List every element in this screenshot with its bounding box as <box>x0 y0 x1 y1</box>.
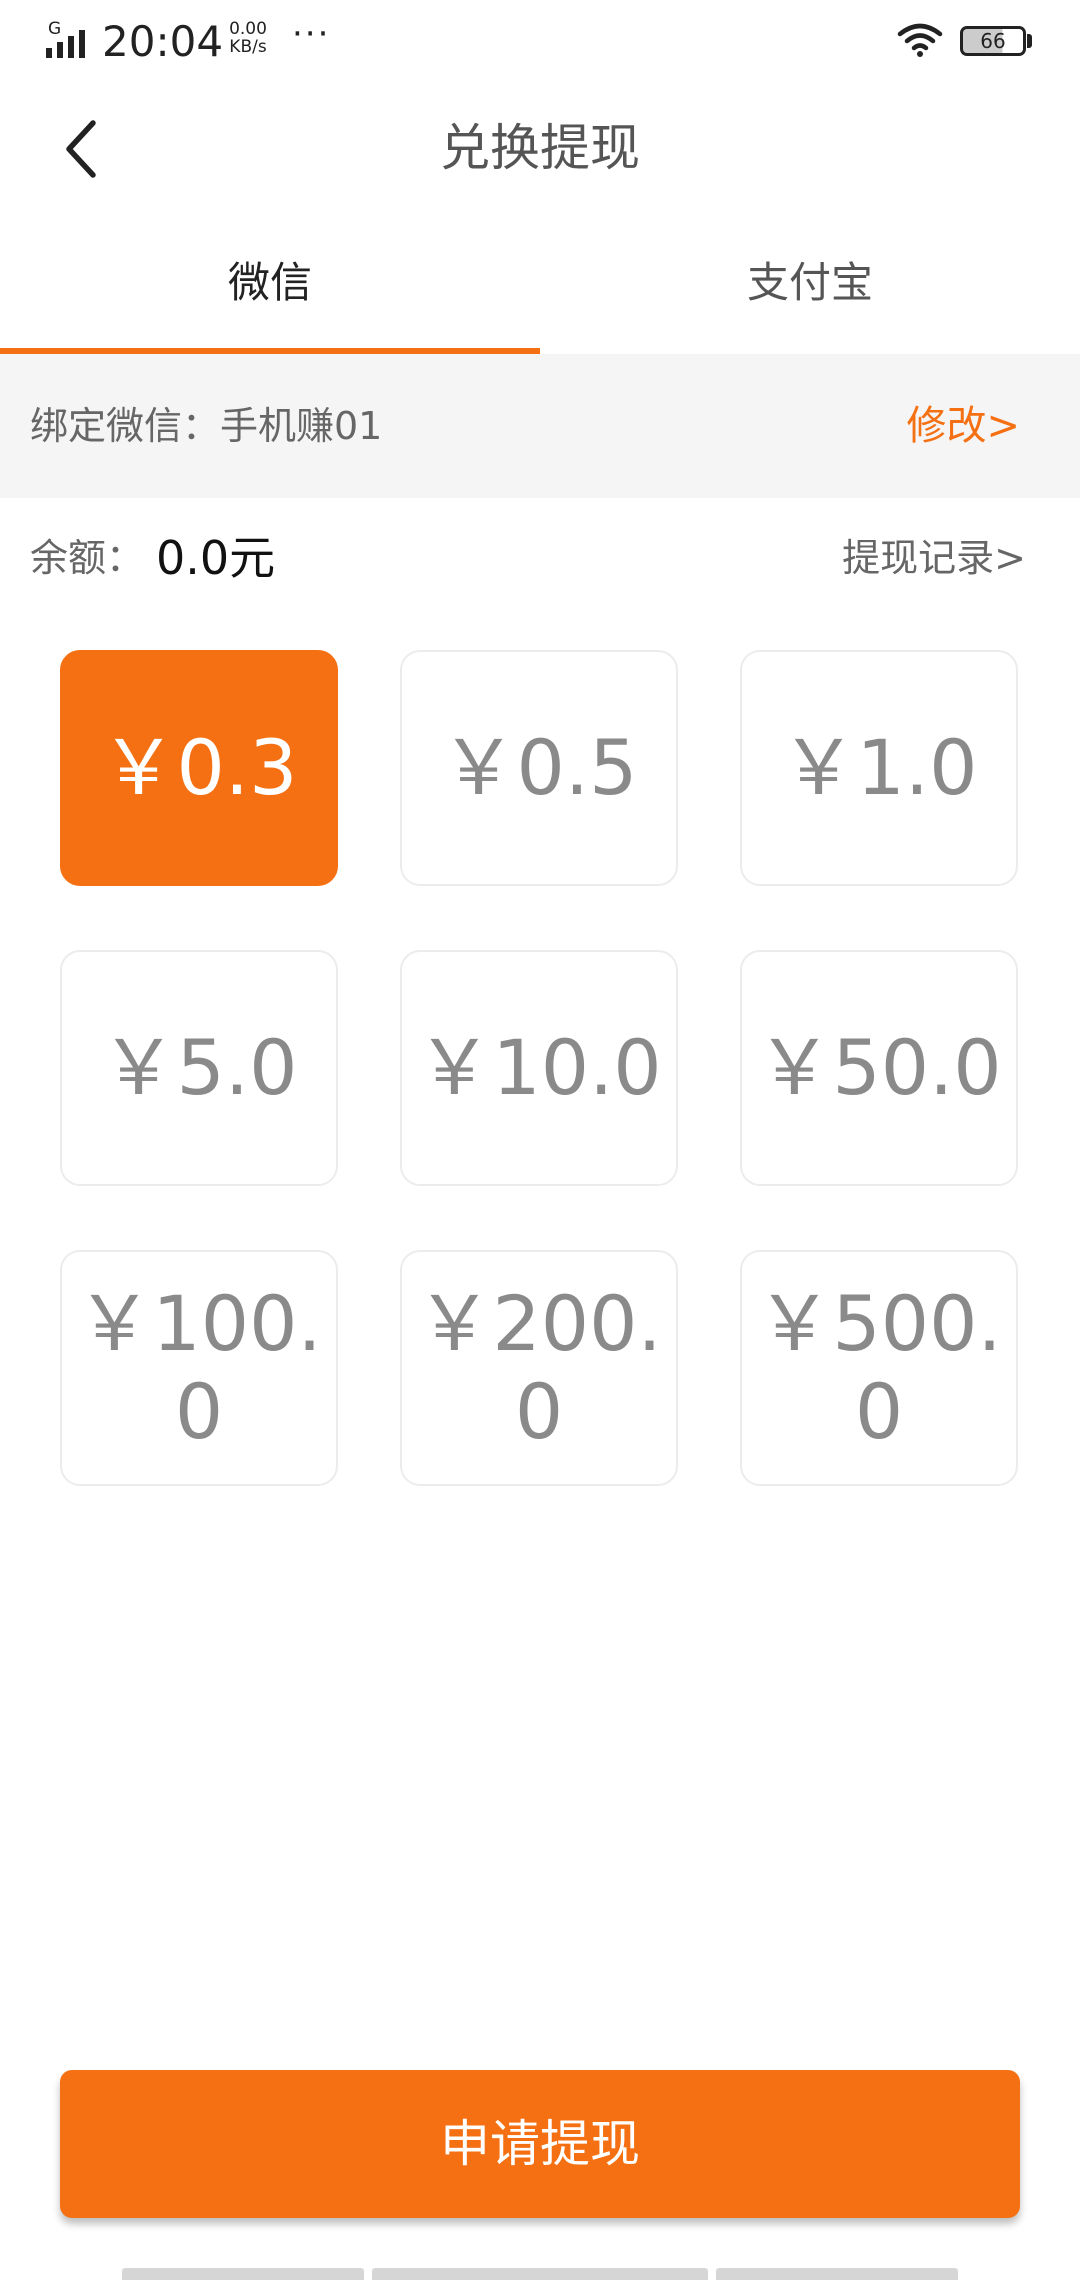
tab-wechat[interactable]: 微信 <box>0 214 540 354</box>
nav-bar-segment <box>122 2268 364 2280</box>
amount-option[interactable]: ￥50.0 <box>740 950 1018 1186</box>
nav-bar: 兑换提现 <box>0 82 1080 214</box>
network-speed-unit: KB/s <box>229 37 267 57</box>
amount-option[interactable]: ￥0.5 <box>400 650 678 886</box>
back-button[interactable] <box>40 108 122 190</box>
status-time: 20:04 <box>102 17 224 66</box>
bound-account-label: 绑定微信：手机赚01 <box>30 404 383 448</box>
tab-alipay[interactable]: 支付宝 <box>540 214 1080 354</box>
wifi-icon <box>897 23 943 57</box>
more-notifications-icon: ··· <box>292 14 331 54</box>
amount-option[interactable]: ￥5.0 <box>60 950 338 1186</box>
nav-bar-segment <box>716 2268 958 2280</box>
signal-icon: G <box>46 19 85 58</box>
page-title: 兑换提现 <box>440 119 640 177</box>
balance-row: 余额： 0.0元 提现记录> <box>0 498 1080 624</box>
apply-withdraw-button[interactable]: 申请提现 <box>60 2070 1020 2218</box>
balance-label: 余额： <box>30 536 145 580</box>
amount-option[interactable]: ￥0.3 <box>60 650 338 886</box>
amount-option[interactable]: ￥1.0 <box>740 650 1018 886</box>
balance-value: 0.0元 <box>156 531 276 585</box>
amount-option[interactable]: ￥500.0 <box>740 1250 1018 1486</box>
network-speed: 0.00 KB/s <box>222 20 274 56</box>
battery-tip <box>1027 34 1032 48</box>
nav-bar-segment <box>372 2268 708 2280</box>
battery-icon: 66 <box>960 26 1026 56</box>
amount-option[interactable]: ￥10.0 <box>400 950 678 1186</box>
amount-option[interactable]: ￥200.0 <box>400 1250 678 1486</box>
payment-tabs: 微信 支付宝 <box>0 214 1080 354</box>
status-bar: G 20:04 0.00 KB/s ··· 66 <box>0 0 1080 82</box>
chevron-left-icon <box>66 120 96 178</box>
bound-account-row: 绑定微信：手机赚01 修改> <box>0 354 1080 498</box>
network-type: G <box>48 19 61 39</box>
network-speed-value: 0.00 <box>229 19 267 39</box>
amount-option[interactable]: ￥100.0 <box>60 1250 338 1486</box>
modify-link[interactable]: 修改> <box>906 354 1020 498</box>
withdraw-records-link[interactable]: 提现记录> <box>842 532 1026 584</box>
